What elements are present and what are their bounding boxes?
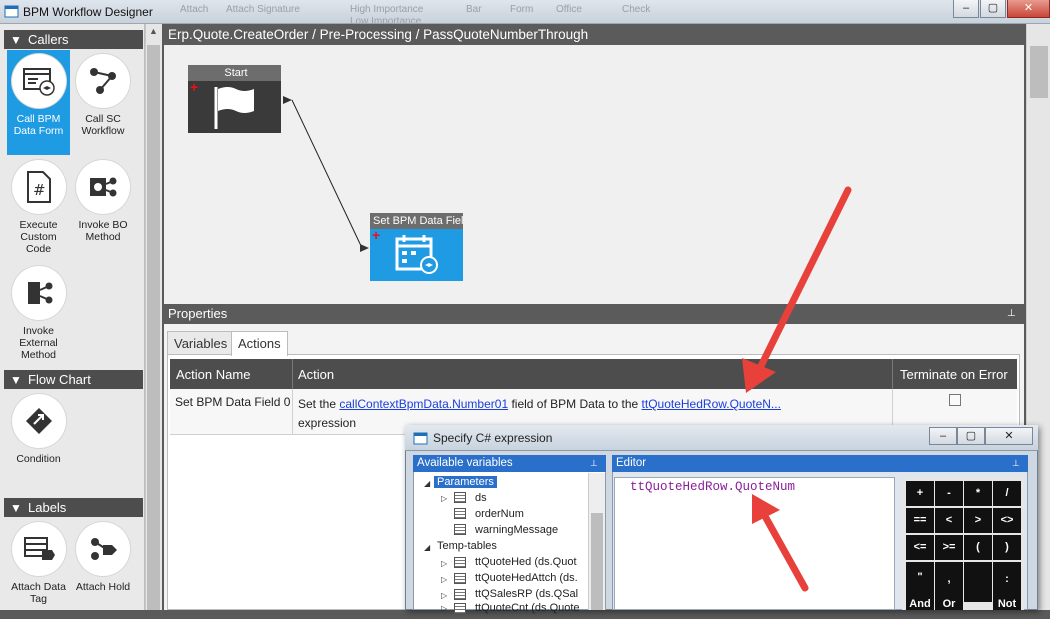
annotation-arrow-icon <box>752 494 809 592</box>
annotation-arrow-icon <box>742 186 852 393</box>
tab-actions[interactable]: Actions <box>231 331 288 356</box>
annotation-overlay <box>742 186 852 592</box>
